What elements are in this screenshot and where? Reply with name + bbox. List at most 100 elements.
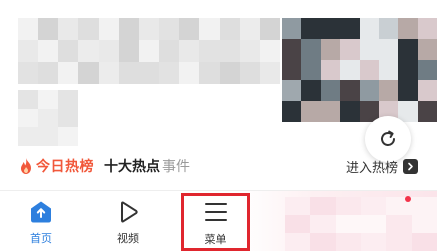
hot-list-brand: 今日热榜 xyxy=(36,159,94,175)
blur-pixel xyxy=(411,215,437,233)
blur-pixel xyxy=(310,197,336,215)
blur-pixel xyxy=(38,18,59,40)
blur-pixel xyxy=(259,62,280,84)
blur-pixel xyxy=(18,62,39,84)
home-upload-icon xyxy=(31,201,51,223)
blur-pixel xyxy=(335,233,361,251)
blur-pixel xyxy=(58,62,79,84)
tab-video-label: 视频 xyxy=(117,232,139,245)
tab-video[interactable]: 视频 xyxy=(102,191,154,251)
blur-pixel xyxy=(38,90,58,109)
blur-pixel xyxy=(417,18,437,39)
blur-pixel xyxy=(320,80,341,102)
blur-pixel xyxy=(58,127,78,146)
enter-hot-list-link[interactable]: 进入热榜 xyxy=(346,157,418,176)
blur-pixel xyxy=(398,101,418,122)
refresh-icon xyxy=(381,130,395,146)
flame-icon xyxy=(21,158,31,174)
blur-pixel xyxy=(38,108,58,128)
hot-list-banner[interactable]: 今日热榜 十大热点 事件 进入热榜 xyxy=(18,148,418,184)
blur-pixel xyxy=(219,40,240,62)
thumbnail-image xyxy=(282,18,437,122)
blur-pixel xyxy=(98,18,119,40)
hot-list-logo: 今日热榜 xyxy=(18,156,94,176)
blur-pixel xyxy=(411,233,437,251)
home-icon-wrap xyxy=(29,199,53,225)
play-icon xyxy=(121,201,138,223)
blurred-title-text xyxy=(18,18,280,84)
hot-list-title: 十大热点 事件 xyxy=(104,156,190,176)
blur-pixel xyxy=(411,197,437,215)
blurred-source-text xyxy=(18,90,78,146)
blur-pixel xyxy=(361,197,387,215)
blur-pixel xyxy=(417,59,437,81)
blur-pixel xyxy=(239,62,260,84)
blur-pixel xyxy=(335,215,361,233)
blur-pixel xyxy=(398,18,418,39)
blur-pixel xyxy=(361,233,387,251)
blur-pixel xyxy=(199,18,220,40)
blur-pixel xyxy=(98,62,119,84)
blur-pixel xyxy=(58,18,79,40)
blur-pixel xyxy=(179,40,200,62)
blur-pixel xyxy=(340,38,360,60)
blur-pixel xyxy=(320,59,341,81)
blur-pixel xyxy=(58,90,78,109)
blurred-thumbnail[interactable] xyxy=(282,18,437,122)
blur-pixel xyxy=(18,90,38,109)
blur-pixel xyxy=(398,38,418,60)
blur-pixel xyxy=(301,101,321,122)
blur-pixel xyxy=(138,62,160,84)
blur-pixel xyxy=(118,40,139,62)
blur-pixel xyxy=(310,215,336,233)
blur-pixel xyxy=(58,108,78,128)
feed-card[interactable]: 今日热榜 十大热点 事件 进入热榜 xyxy=(0,0,437,190)
blur-pixel xyxy=(219,62,240,84)
blur-pixel xyxy=(378,80,399,102)
blur-pixel xyxy=(285,197,311,215)
blur-pixel xyxy=(378,18,399,39)
blur-pixel xyxy=(378,59,399,81)
blur-pixel xyxy=(179,18,200,40)
blur-pixel xyxy=(320,101,341,122)
blur-pixel xyxy=(219,18,240,40)
blur-pixel xyxy=(301,59,321,81)
blur-pixel xyxy=(118,18,139,40)
blur-pixel xyxy=(58,40,79,62)
blur-pixel xyxy=(159,40,180,62)
blur-pixel xyxy=(282,59,302,81)
enter-hot-list-label: 进入热榜 xyxy=(345,160,398,176)
hot-list-title-text: 十大热点 xyxy=(104,159,160,175)
blur-pixel xyxy=(18,18,39,40)
blur-pixel xyxy=(138,40,160,62)
blur-pixel xyxy=(179,62,200,84)
chevron-right-icon xyxy=(403,158,418,174)
blur-pixel xyxy=(320,38,341,60)
blur-pixel xyxy=(18,40,39,62)
blur-pixel xyxy=(38,40,59,62)
blur-pixel xyxy=(98,40,119,62)
blur-pixel xyxy=(301,18,321,39)
blur-pixel xyxy=(301,80,321,102)
blur-pixel xyxy=(386,233,412,251)
blur-pixel xyxy=(340,101,360,122)
blur-pixel xyxy=(417,38,437,60)
blur-pixel xyxy=(239,18,260,40)
blur-pixel xyxy=(282,18,302,39)
notification-dot xyxy=(405,196,411,202)
blur-pixel xyxy=(359,18,379,39)
blur-pixel xyxy=(340,18,360,39)
blur-pixel xyxy=(398,59,418,81)
blurred-headline[interactable] xyxy=(18,18,280,146)
blur-pixel xyxy=(386,215,412,233)
blur-pixel xyxy=(78,62,99,84)
blur-pixel xyxy=(340,80,360,102)
blur-pixel xyxy=(340,59,360,81)
blur-pixel xyxy=(138,18,160,40)
blurred-tab-area xyxy=(285,197,437,251)
blur-pixel xyxy=(359,38,379,60)
blur-pixel xyxy=(259,18,280,40)
blur-pixel xyxy=(282,101,302,122)
blur-pixel xyxy=(199,62,220,84)
tab-home[interactable]: 首页 xyxy=(15,191,67,251)
